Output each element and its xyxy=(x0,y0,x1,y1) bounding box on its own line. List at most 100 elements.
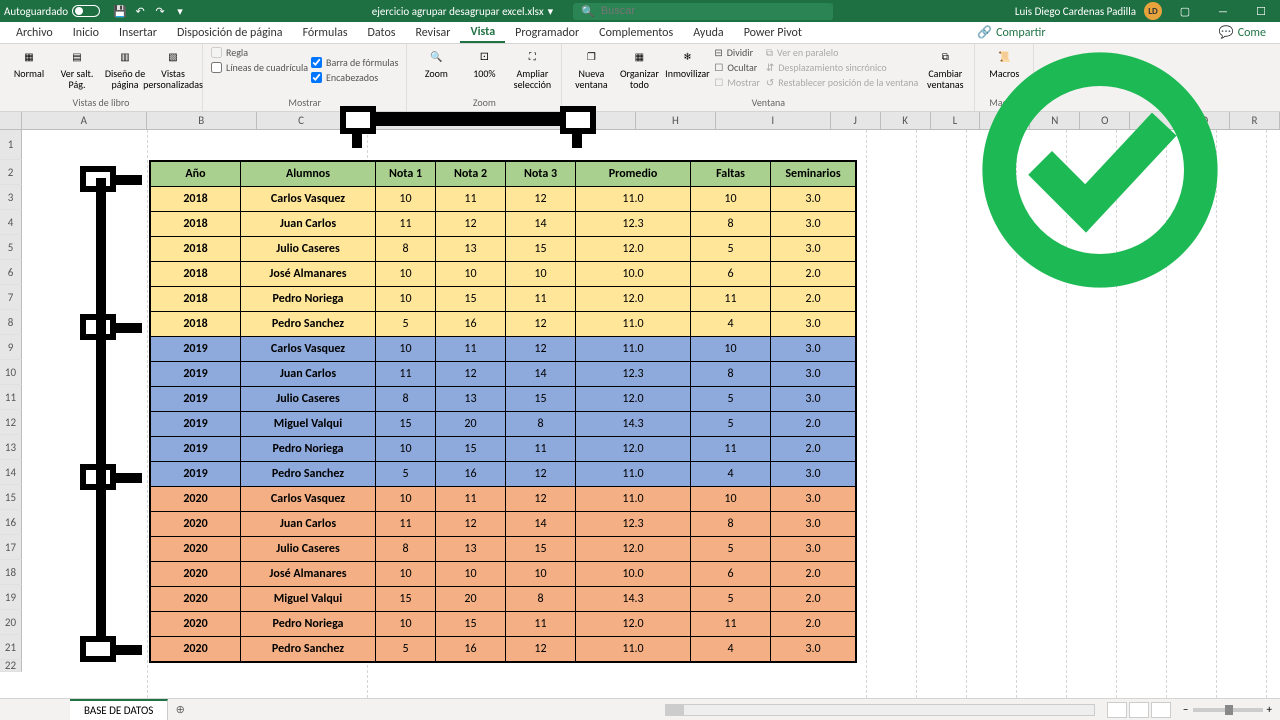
table-cell[interactable]: 11 xyxy=(376,362,436,387)
add-sheet-button[interactable]: ⊕ xyxy=(168,703,192,716)
table-cell[interactable]: 3.0 xyxy=(771,237,856,262)
table-cell[interactable]: Pedro Noriega xyxy=(241,287,376,312)
table-header[interactable]: Alumnos xyxy=(241,162,376,187)
table-header[interactable]: Nota 2 xyxy=(436,162,506,187)
table-cell[interactable]: 10 xyxy=(376,562,436,587)
table-cell[interactable]: 2019 xyxy=(151,387,241,412)
table-cell[interactable]: 3.0 xyxy=(771,387,856,412)
table-row[interactable]: 2020Pedro Noriega10151112.0112.0 xyxy=(151,612,856,637)
split-button[interactable]: ⊟ Dividir xyxy=(714,46,760,59)
table-row[interactable]: 2019Carlos Vasquez10111211.0103.0 xyxy=(151,337,856,362)
zoomselection-button[interactable]: ⛶Ampliar selección xyxy=(511,46,553,90)
table-cell[interactable]: 20 xyxy=(436,587,506,612)
table-row[interactable]: 2018Pedro Sanchez5161211.043.0 xyxy=(151,312,856,337)
table-cell[interactable]: 20 xyxy=(436,412,506,437)
row-header[interactable]: 17 xyxy=(0,535,22,560)
zoom-slider[interactable] xyxy=(1193,708,1263,712)
search-input[interactable] xyxy=(601,5,825,17)
qat-dropdown-icon[interactable]: ▾ xyxy=(171,2,189,20)
pagelayout-view-icon[interactable] xyxy=(1129,702,1149,718)
show-button[interactable]: ☐ Mostrar xyxy=(714,76,760,89)
user-avatar[interactable]: LD xyxy=(1144,2,1162,20)
table-cell[interactable]: 5 xyxy=(691,537,771,562)
table-row[interactable]: 2020Julio Caseres8131512.053.0 xyxy=(151,537,856,562)
table-cell[interactable]: 10 xyxy=(506,262,576,287)
tab-help[interactable]: Ayuda xyxy=(683,22,734,43)
table-cell[interactable]: 12 xyxy=(436,512,506,537)
table-row[interactable]: 2018Carlos Vasquez10111211.0103.0 xyxy=(151,187,856,212)
table-cell[interactable]: 10 xyxy=(691,337,771,362)
row-header[interactable]: 16 xyxy=(0,510,22,535)
zoom-out-button[interactable]: − xyxy=(1183,703,1188,716)
table-cell[interactable]: 15 xyxy=(436,612,506,637)
select-all-button[interactable] xyxy=(0,112,22,129)
table-cell[interactable]: 2018 xyxy=(151,212,241,237)
table-cell[interactable]: 15 xyxy=(436,287,506,312)
outline-marker-row[interactable] xyxy=(80,636,116,662)
table-cell[interactable]: 12.0 xyxy=(576,387,691,412)
table-cell[interactable]: 10 xyxy=(691,487,771,512)
tab-data[interactable]: Datos xyxy=(358,22,406,43)
table-cell[interactable]: 10 xyxy=(376,337,436,362)
table-cell[interactable]: 2020 xyxy=(151,537,241,562)
table-cell[interactable]: 2018 xyxy=(151,262,241,287)
table-header[interactable]: Seminarios xyxy=(771,162,856,187)
table-cell[interactable]: 10 xyxy=(376,612,436,637)
table-row[interactable]: 2019Julio Caseres8131512.053.0 xyxy=(151,387,856,412)
row-header[interactable]: 21 xyxy=(0,635,22,660)
arrangeall-button[interactable]: ▦Organizar todo xyxy=(618,46,660,90)
table-row[interactable]: 2018Julio Caseres8131512.053.0 xyxy=(151,237,856,262)
table-cell[interactable]: 3.0 xyxy=(771,537,856,562)
zoom-in-button[interactable]: + xyxy=(1267,703,1272,716)
table-cell[interactable]: 2.0 xyxy=(771,287,856,312)
table-cell[interactable]: Julio Caseres xyxy=(241,237,376,262)
table-cell[interactable]: 2.0 xyxy=(771,562,856,587)
table-cell[interactable]: 2018 xyxy=(151,312,241,337)
table-cell[interactable]: 14 xyxy=(506,512,576,537)
table-cell[interactable]: 12.0 xyxy=(576,287,691,312)
table-cell[interactable]: 5 xyxy=(691,412,771,437)
table-row[interactable]: 2018Juan Carlos11121412.383.0 xyxy=(151,212,856,237)
table-cell[interactable]: 12 xyxy=(506,637,576,662)
table-cell[interactable]: 5 xyxy=(376,637,436,662)
sheet-tab[interactable]: BASE DE DATOS xyxy=(70,699,168,720)
table-cell[interactable]: 10 xyxy=(376,287,436,312)
col-header[interactable]: B xyxy=(147,112,257,129)
table-cell[interactable]: 2019 xyxy=(151,437,241,462)
table-cell[interactable]: 10.0 xyxy=(576,262,691,287)
table-cell[interactable]: 3.0 xyxy=(771,512,856,537)
search-box[interactable]: 🔍 xyxy=(573,3,833,20)
undo-icon[interactable]: ↶ xyxy=(131,2,149,20)
table-cell[interactable]: 2.0 xyxy=(771,587,856,612)
table-cell[interactable]: 12 xyxy=(506,462,576,487)
table-cell[interactable]: 15 xyxy=(376,587,436,612)
table-cell[interactable]: 3.0 xyxy=(771,487,856,512)
table-cell[interactable]: 8 xyxy=(691,362,771,387)
table-cell[interactable]: 3.0 xyxy=(771,362,856,387)
row-header[interactable]: 9 xyxy=(0,335,22,360)
table-cell[interactable]: 3.0 xyxy=(771,187,856,212)
share-button[interactable]: 🔗Compartir xyxy=(969,25,1053,40)
table-cell[interactable]: 2020 xyxy=(151,487,241,512)
table-cell[interactable]: 2.0 xyxy=(771,612,856,637)
hide-button[interactable]: ☐ Ocultar xyxy=(714,61,760,74)
table-cell[interactable]: 11 xyxy=(691,612,771,637)
maximize-icon[interactable]: ☐ xyxy=(1246,0,1276,22)
row-header[interactable]: 19 xyxy=(0,585,22,610)
col-header[interactable]: A xyxy=(22,112,147,129)
table-cell[interactable]: 13 xyxy=(436,537,506,562)
zoom100-button[interactable]: ⚀100% xyxy=(463,46,505,79)
table-cell[interactable]: 2019 xyxy=(151,412,241,437)
outline-marker-top-left[interactable] xyxy=(340,106,376,134)
ribbon-display-icon[interactable]: ▢ xyxy=(1170,0,1200,22)
table-cell[interactable]: 15 xyxy=(506,237,576,262)
table-cell[interactable]: 12.0 xyxy=(576,537,691,562)
table-cell[interactable]: 10 xyxy=(436,262,506,287)
table-cell[interactable]: 11.0 xyxy=(576,487,691,512)
table-cell[interactable]: Pedro Noriega xyxy=(241,437,376,462)
table-row[interactable]: 2019Pedro Noriega10151112.0112.0 xyxy=(151,437,856,462)
table-cell[interactable]: 3.0 xyxy=(771,312,856,337)
table-cell[interactable]: 2.0 xyxy=(771,262,856,287)
table-cell[interactable]: 8 xyxy=(691,212,771,237)
table-cell[interactable]: 12 xyxy=(436,362,506,387)
